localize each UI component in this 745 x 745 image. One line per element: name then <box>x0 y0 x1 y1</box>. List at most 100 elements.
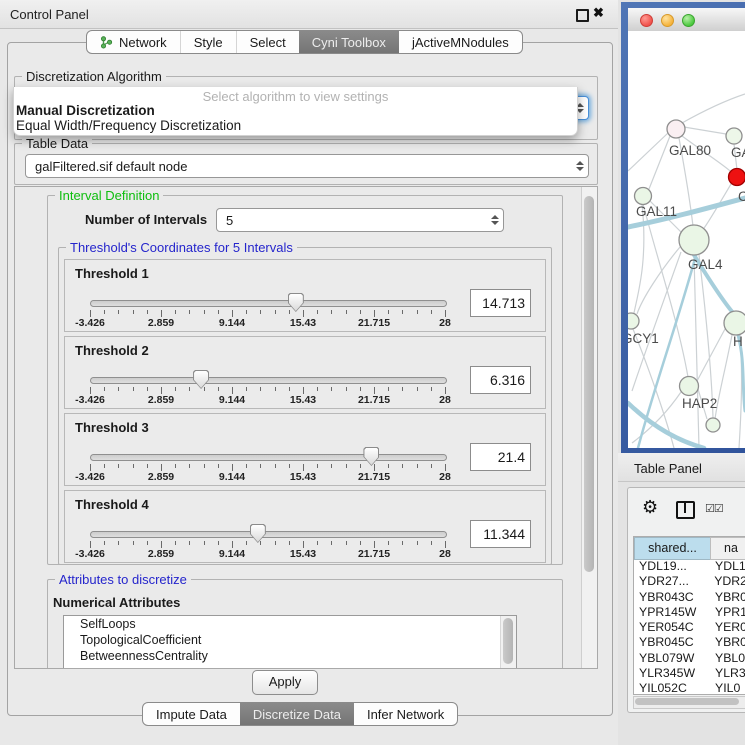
tab-label: Style <box>194 35 223 50</box>
network-node-gcy1[interactable] <box>628 313 639 329</box>
discretization-algorithm-title: Discretization Algorithm <box>22 69 166 84</box>
threshold-1-slider[interactable] <box>90 300 447 307</box>
table-row[interactable]: YBR043CYBR0 <box>634 590 745 605</box>
network-edge <box>634 204 644 313</box>
table-data-title: Table Data <box>22 136 92 151</box>
close-traffic-light[interactable] <box>640 14 653 27</box>
scale-label: 2.859 <box>148 317 174 329</box>
scale-label: 9.144 <box>219 471 245 483</box>
network-window-titlebar[interactable] <box>628 8 745 32</box>
network-edge <box>649 136 670 189</box>
network-node-h[interactable] <box>724 311 745 335</box>
tab-infer-network[interactable]: Infer Network <box>354 703 457 725</box>
network-heavy-edge <box>638 255 696 448</box>
popup-item-manual-discretization[interactable]: Manual Discretization <box>16 103 155 118</box>
tab-jactivemnodules[interactable]: jActiveMNodules <box>399 31 522 53</box>
threshold-4-slider[interactable] <box>90 531 447 538</box>
attributes-list-scrollbar[interactable] <box>500 616 516 669</box>
number-of-intervals-combobox[interactable]: 5 <box>216 208 504 232</box>
table-row[interactable]: YER054CYER0 <box>634 620 745 635</box>
table-data-value: galFiltered.sif default node <box>26 159 572 174</box>
scale-label: 15.43 <box>290 471 316 483</box>
node-table: shared... na YDL19...YDL1YDR27...YDR2YBR… <box>633 536 745 695</box>
tab-label: Select <box>250 35 286 50</box>
scale-label: -3.426 <box>75 471 105 483</box>
table-row[interactable]: YPR145WYPR1 <box>634 605 745 620</box>
tab-impute-data[interactable]: Impute Data <box>143 703 240 725</box>
columns-icon[interactable] <box>676 501 695 519</box>
network-edge <box>682 94 745 123</box>
threshold-1-label: Threshold 1 <box>75 266 149 281</box>
table-data-combobox[interactable]: galFiltered.sif default node <box>25 154 589 178</box>
column-header-shared-name[interactable]: shared... <box>634 537 711 560</box>
settings-vertical-scrollbar[interactable] <box>581 187 597 668</box>
attribute-item-topologicalcoefficient[interactable]: TopologicalCoefficient <box>64 632 516 648</box>
table-row[interactable]: YBR045CYBR0 <box>634 635 745 650</box>
control-panel-title: Control Panel <box>10 7 89 22</box>
thresholds-section-title: Threshold's Coordinates for 5 Intervals <box>66 240 297 255</box>
table-horizontal-scrollbar[interactable] <box>633 696 745 709</box>
cell-name: YBL0 <box>715 651 745 666</box>
threshold-1-panel: Threshold 1 -3.4262.8599.14415.4321.71528… <box>64 259 546 332</box>
network-node-label: C <box>738 189 745 204</box>
numerical-attributes-label: Numerical Attributes <box>53 595 180 610</box>
threshold-2-panel: Threshold 2-3.4262.8599.14415.4321.71528… <box>64 336 546 409</box>
zoom-traffic-light[interactable] <box>682 14 695 27</box>
threshold-4-value-field[interactable]: 11.344 <box>470 520 531 548</box>
tab-cyni-toolbox[interactable]: Cyni Toolbox <box>299 31 399 53</box>
network-edge <box>643 204 688 377</box>
threshold-1-value-field[interactable]: 14.713 <box>470 289 531 317</box>
attribute-item-selfloops[interactable]: SelfLoops <box>64 616 516 632</box>
scale-label: 15.43 <box>290 548 316 560</box>
attribute-item-betweennesscentrality[interactable]: BetweennessCentrality <box>64 648 516 664</box>
number-of-intervals-value: 5 <box>217 213 487 228</box>
table-row[interactable]: YIL052CYIL0 <box>634 681 745 695</box>
table-row[interactable]: YDR27...YDR2 <box>634 574 745 589</box>
network-node-c[interactable] <box>729 169 745 186</box>
network-node-gal11[interactable] <box>635 188 652 205</box>
network-edge <box>715 335 732 419</box>
cell-shared-name: YLR345W <box>634 666 715 681</box>
threshold-3-value-field[interactable]: 21.4 <box>470 443 531 471</box>
table-row[interactable]: YLR345WYLR3 <box>634 666 745 681</box>
network-node-gal80[interactable] <box>667 120 685 138</box>
tab-network[interactable]: Network <box>87 31 180 53</box>
network-view-window: GAL80GACGAL11GAL4GCY1HHAP2 <box>621 2 745 453</box>
combo-arrows-icon <box>572 161 588 171</box>
table-panel-toolbar: ⚙ ☑☑ <box>628 488 745 530</box>
tab-discretize-data[interactable]: Discretize Data <box>240 703 354 725</box>
threshold-2-slider[interactable] <box>90 377 447 384</box>
scale-label: 2.859 <box>148 548 174 560</box>
slider-scale-labels: -3.4262.8599.14415.4321.71528 <box>90 548 445 560</box>
cell-shared-name: YBR043C <box>634 590 715 605</box>
tab-label: Infer Network <box>367 707 444 722</box>
control-panel-tabs: Network Style Select Cyni ToolboxjActiveMNo… <box>86 30 523 54</box>
cell-name: YIL0 <box>715 681 740 695</box>
scale-label: -3.426 <box>75 548 105 560</box>
cell-name: YLR3 <box>715 666 745 681</box>
threshold-3-slider[interactable] <box>90 454 447 461</box>
minimize-traffic-light[interactable] <box>661 14 674 27</box>
popup-item-equal-width-frequency[interactable]: Equal Width/Frequency Discretization <box>16 118 241 133</box>
network-node-ga[interactable] <box>726 128 742 144</box>
number-of-intervals-label: Number of Intervals <box>85 212 207 227</box>
network-node[interactable] <box>706 418 720 432</box>
threshold-2-value-field[interactable]: 6.316 <box>470 366 531 394</box>
table-row[interactable]: YBL079WYBL0 <box>634 651 745 666</box>
column-header-name[interactable]: na <box>710 537 745 560</box>
network-node-hap2[interactable] <box>680 377 699 396</box>
float-panel-icon[interactable] <box>576 9 589 22</box>
select-columns-icon[interactable]: ☑☑ <box>705 502 723 515</box>
network-canvas[interactable]: GAL80GACGAL11GAL4GCY1HHAP2 <box>628 31 745 448</box>
gear-icon[interactable]: ⚙ <box>642 497 658 518</box>
table-row[interactable]: YDL19...YDL1 <box>634 559 745 574</box>
table-panel-title: Table Panel <box>634 461 702 476</box>
slider-scale-labels: -3.4262.8599.14415.4321.71528 <box>90 317 445 329</box>
tab-style[interactable]: Style <box>180 31 236 53</box>
network-node-gal4[interactable] <box>679 225 709 255</box>
tab-select[interactable]: Select <box>236 31 299 53</box>
cell-name: YBR0 <box>715 635 745 650</box>
apply-button[interactable]: Apply <box>252 670 318 695</box>
close-panel-icon[interactable]: ✖ <box>593 5 604 21</box>
cell-shared-name: YDL19... <box>634 559 715 574</box>
